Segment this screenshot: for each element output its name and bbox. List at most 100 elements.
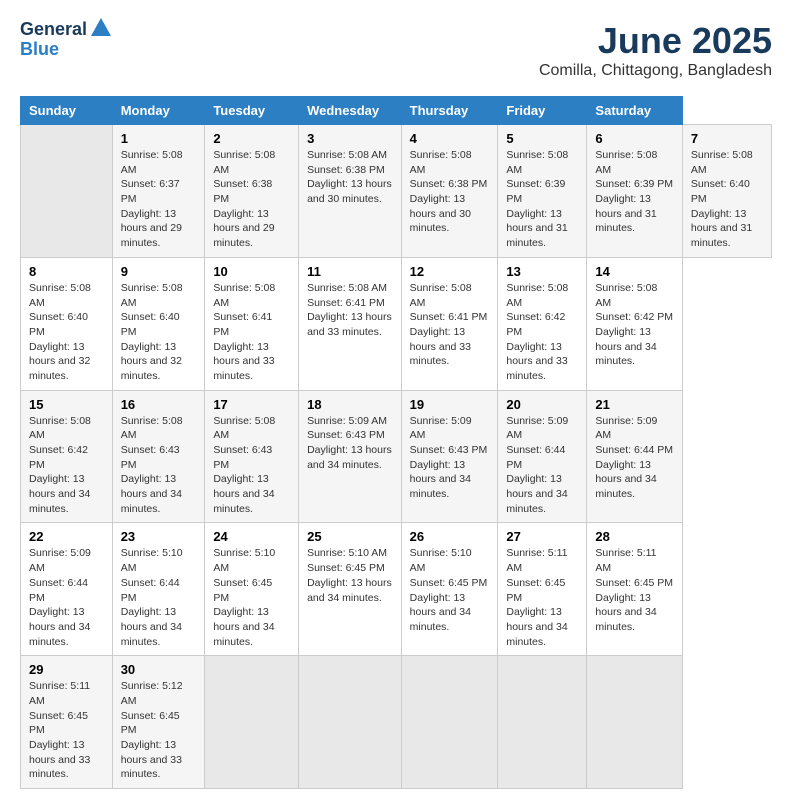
logo-icon bbox=[89, 16, 113, 40]
week-row-0: 1 Sunrise: 5:08 AMSunset: 6:37 PMDaylight… bbox=[21, 125, 772, 258]
day-info: Sunrise: 5:09 AMSunset: 6:43 PMDaylight:… bbox=[410, 414, 490, 502]
header-wednesday: Wednesday bbox=[299, 97, 402, 125]
week-row-1: 8 Sunrise: 5:08 AMSunset: 6:40 PMDaylight… bbox=[21, 257, 772, 390]
subtitle: Comilla, Chittagong, Bangladesh bbox=[539, 62, 772, 80]
day-number: 29 bbox=[29, 662, 104, 677]
day-number: 19 bbox=[410, 397, 490, 412]
day-info: Sunrise: 5:09 AMSunset: 6:43 PMDaylight:… bbox=[307, 414, 393, 473]
calendar-cell: 28 Sunrise: 5:11 AMSunset: 6:45 PMDayligh… bbox=[587, 523, 682, 656]
day-number: 1 bbox=[121, 131, 197, 146]
day-number: 25 bbox=[307, 529, 393, 544]
day-number: 9 bbox=[121, 264, 197, 279]
day-info: Sunrise: 5:08 AMSunset: 6:38 PMDaylight:… bbox=[307, 148, 393, 207]
calendar-cell bbox=[299, 656, 402, 789]
calendar-cell: 24 Sunrise: 5:10 AMSunset: 6:45 PMDayligh… bbox=[205, 523, 299, 656]
calendar-cell bbox=[401, 656, 498, 789]
day-number: 17 bbox=[213, 397, 290, 412]
calendar-cell: 7 Sunrise: 5:08 AMSunset: 6:40 PMDaylight… bbox=[682, 125, 771, 258]
day-info: Sunrise: 5:10 AMSunset: 6:45 PMDaylight:… bbox=[213, 546, 290, 649]
calendar-cell: 8 Sunrise: 5:08 AMSunset: 6:40 PMDaylight… bbox=[21, 257, 113, 390]
calendar-cell: 11Sunrise: 5:08 AMSunset: 6:41 PMDayligh… bbox=[299, 257, 402, 390]
day-info: Sunrise: 5:08 AMSunset: 6:40 PMDaylight:… bbox=[121, 281, 197, 384]
day-info: Sunrise: 5:08 AMSunset: 6:40 PMDaylight:… bbox=[691, 148, 763, 251]
day-info: Sunrise: 5:09 AMSunset: 6:44 PMDaylight:… bbox=[506, 414, 578, 517]
day-number: 12 bbox=[410, 264, 490, 279]
day-number: 15 bbox=[29, 397, 104, 412]
calendar-cell: 3Sunrise: 5:08 AMSunset: 6:38 PMDaylight… bbox=[299, 125, 402, 258]
header-saturday: Saturday bbox=[587, 97, 682, 125]
header-friday: Friday bbox=[498, 97, 587, 125]
calendar-cell: 6Sunrise: 5:08 AMSunset: 6:39 PMDaylight… bbox=[587, 125, 682, 258]
day-info: Sunrise: 5:08 AMSunset: 6:37 PMDaylight:… bbox=[121, 148, 197, 251]
calendar-cell: 26Sunrise: 5:10 AMSunset: 6:45 PMDayligh… bbox=[401, 523, 498, 656]
calendar-cell bbox=[498, 656, 587, 789]
calendar-cell: 4Sunrise: 5:08 AMSunset: 6:38 PMDaylight… bbox=[401, 125, 498, 258]
calendar-cell: 5 Sunrise: 5:08 AMSunset: 6:39 PMDaylight… bbox=[498, 125, 587, 258]
main-title: June 2025 bbox=[539, 20, 772, 62]
day-info: Sunrise: 5:09 AMSunset: 6:44 PMDaylight:… bbox=[29, 546, 104, 649]
day-info: Sunrise: 5:10 AMSunset: 6:44 PMDaylight:… bbox=[121, 546, 197, 649]
logo: GeneralBlue bbox=[20, 20, 113, 60]
day-info: Sunrise: 5:08 AMSunset: 6:42 PMDaylight:… bbox=[506, 281, 578, 384]
calendar-cell: 2Sunrise: 5:08 AMSunset: 6:38 PMDaylight… bbox=[205, 125, 299, 258]
day-info: Sunrise: 5:08 AMSunset: 6:43 PMDaylight:… bbox=[121, 414, 197, 517]
header-sunday: Sunday bbox=[21, 97, 113, 125]
week-row-2: 15 Sunrise: 5:08 AMSunset: 6:42 PMDayligh… bbox=[21, 390, 772, 523]
calendar-cell: 29 Sunrise: 5:11 AMSunset: 6:45 PMDayligh… bbox=[21, 656, 113, 789]
day-info: Sunrise: 5:08 AMSunset: 6:41 PMDaylight:… bbox=[213, 281, 290, 384]
day-info: Sunrise: 5:08 AMSunset: 6:40 PMDaylight:… bbox=[29, 281, 104, 384]
day-number: 28 bbox=[595, 529, 673, 544]
day-info: Sunrise: 5:08 AMSunset: 6:39 PMDaylight:… bbox=[595, 148, 673, 236]
day-info: Sunrise: 5:10 AMSunset: 6:45 PMDaylight:… bbox=[410, 546, 490, 634]
calendar-cell bbox=[587, 656, 682, 789]
day-number: 20 bbox=[506, 397, 578, 412]
week-row-4: 29 Sunrise: 5:11 AMSunset: 6:45 PMDayligh… bbox=[21, 656, 772, 789]
calendar-cell: 12 Sunrise: 5:08 AMSunset: 6:41 PMDayligh… bbox=[401, 257, 498, 390]
day-number: 7 bbox=[691, 131, 763, 146]
calendar-cell: 10Sunrise: 5:08 AMSunset: 6:41 PMDayligh… bbox=[205, 257, 299, 390]
day-number: 24 bbox=[213, 529, 290, 544]
calendar-cell: 25 Sunrise: 5:10 AMSunset: 6:45 PMDayligh… bbox=[299, 523, 402, 656]
calendar-cell bbox=[205, 656, 299, 789]
day-info: Sunrise: 5:10 AMSunset: 6:45 PMDaylight:… bbox=[307, 546, 393, 605]
header-thursday: Thursday bbox=[401, 97, 498, 125]
day-info: Sunrise: 5:11 AMSunset: 6:45 PMDaylight:… bbox=[29, 679, 104, 782]
day-info: Sunrise: 5:08 AMSunset: 6:39 PMDaylight:… bbox=[506, 148, 578, 251]
day-info: Sunrise: 5:11 AMSunset: 6:45 PMDaylight:… bbox=[506, 546, 578, 649]
calendar-cell: 17 Sunrise: 5:08 AMSunset: 6:43 PMDayligh… bbox=[205, 390, 299, 523]
day-info: Sunrise: 5:08 AMSunset: 6:38 PMDaylight:… bbox=[213, 148, 290, 251]
day-number: 16 bbox=[121, 397, 197, 412]
day-number: 4 bbox=[410, 131, 490, 146]
day-number: 8 bbox=[29, 264, 104, 279]
day-info: Sunrise: 5:08 AMSunset: 6:42 PMDaylight:… bbox=[29, 414, 104, 517]
calendar-cell: 15 Sunrise: 5:08 AMSunset: 6:42 PMDayligh… bbox=[21, 390, 113, 523]
header-tuesday: Tuesday bbox=[205, 97, 299, 125]
day-number: 21 bbox=[595, 397, 673, 412]
day-info: Sunrise: 5:09 AMSunset: 6:44 PMDaylight:… bbox=[595, 414, 673, 502]
day-number: 23 bbox=[121, 529, 197, 544]
day-number: 18 bbox=[307, 397, 393, 412]
calendar-cell: 16 Sunrise: 5:08 AMSunset: 6:43 PMDayligh… bbox=[112, 390, 205, 523]
calendar-cell: 14Sunrise: 5:08 AMSunset: 6:42 PMDayligh… bbox=[587, 257, 682, 390]
calendar-cell: 18 Sunrise: 5:09 AMSunset: 6:43 PMDayligh… bbox=[299, 390, 402, 523]
calendar-cell: 21 Sunrise: 5:09 AMSunset: 6:44 PMDayligh… bbox=[587, 390, 682, 523]
day-number: 27 bbox=[506, 529, 578, 544]
calendar-cell: 1 Sunrise: 5:08 AMSunset: 6:37 PMDaylight… bbox=[112, 125, 205, 258]
header: GeneralBlue June 2025 Comilla, Chittagon… bbox=[20, 20, 772, 80]
calendar-cell: 13 Sunrise: 5:08 AMSunset: 6:42 PMDayligh… bbox=[498, 257, 587, 390]
calendar-body: 1 Sunrise: 5:08 AMSunset: 6:37 PMDaylight… bbox=[21, 125, 772, 789]
day-info: Sunrise: 5:08 AMSunset: 6:42 PMDaylight:… bbox=[595, 281, 673, 369]
day-info: Sunrise: 5:11 AMSunset: 6:45 PMDaylight:… bbox=[595, 546, 673, 634]
day-info: Sunrise: 5:08 AMSunset: 6:41 PMDaylight:… bbox=[410, 281, 490, 369]
day-number: 5 bbox=[506, 131, 578, 146]
day-number: 30 bbox=[121, 662, 197, 677]
calendar-cell bbox=[21, 125, 113, 258]
calendar-cell: 9 Sunrise: 5:08 AMSunset: 6:40 PMDaylight… bbox=[112, 257, 205, 390]
day-number: 13 bbox=[506, 264, 578, 279]
calendar-cell: 19 Sunrise: 5:09 AMSunset: 6:43 PMDayligh… bbox=[401, 390, 498, 523]
header-row: SundayMondayTuesdayWednesdayThursdayFrid… bbox=[21, 97, 772, 125]
header-monday: Monday bbox=[112, 97, 205, 125]
week-row-3: 22Sunrise: 5:09 AMSunset: 6:44 PMDayligh… bbox=[21, 523, 772, 656]
day-info: Sunrise: 5:08 AMSunset: 6:43 PMDaylight:… bbox=[213, 414, 290, 517]
day-info: Sunrise: 5:08 AMSunset: 6:41 PMDaylight:… bbox=[307, 281, 393, 340]
